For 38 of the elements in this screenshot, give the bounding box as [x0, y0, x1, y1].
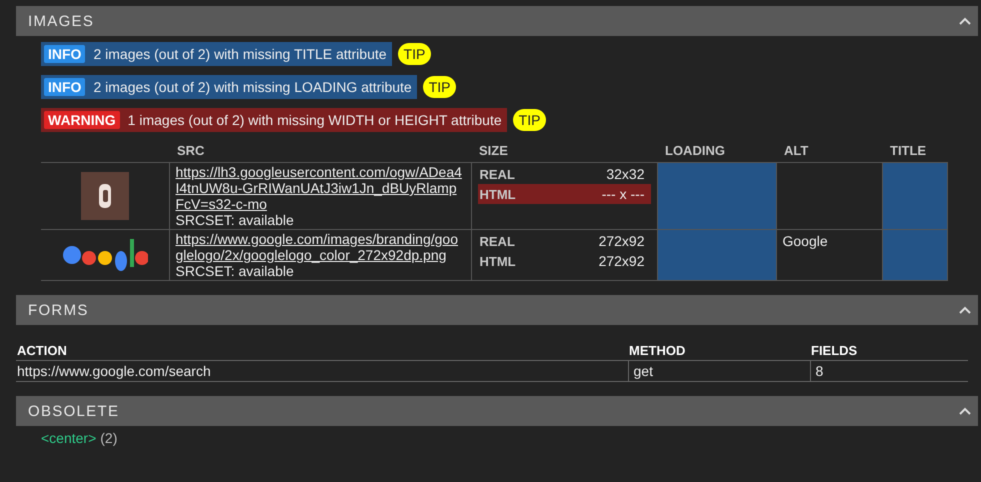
- size-label: HTML: [480, 254, 516, 268]
- column-header: ALT: [776, 141, 882, 162]
- severity-badge: INFO: [44, 45, 86, 63]
- section-header[interactable]: IMAGES: [16, 6, 978, 36]
- tip-button[interactable]: TIP: [398, 43, 432, 65]
- table-cell: https://www.google.com/search: [16, 360, 628, 382]
- column-header: SRC: [169, 141, 471, 162]
- message-text: 2 images (out of 2) with missing LOADING attribute: [93, 79, 412, 95]
- column-header: METHOD: [628, 341, 810, 360]
- size-label: REAL: [480, 166, 515, 182]
- section-header[interactable]: FORMS: [16, 295, 978, 325]
- tip-button[interactable]: TIP: [422, 76, 456, 98]
- image-link[interactable]: https://lh3.googleusercontent.com/ogw/ADea4I4tnUW8u-GrRIWanUAtJ3iw1Jn_dBUyRlampFcV=s32-c-mo: [176, 164, 464, 212]
- tag-name: <center>: [41, 430, 96, 446]
- table-cell: 8: [810, 360, 968, 382]
- count-text: (2): [100, 430, 118, 446]
- tip-button[interactable]: TIP: [512, 109, 546, 131]
- image-link[interactable]: https://www.google.com/images/branding/googlelogo/2x/googlelogo_color_272x92dp.png: [176, 231, 464, 263]
- severity-badge: WARNING: [44, 111, 120, 129]
- size-value: --- x ---: [602, 186, 644, 202]
- section-header[interactable]: OBSOLETE: [16, 396, 978, 426]
- column-header: SIZE: [471, 141, 657, 162]
- message-text: 2 images (out of 2) with missing TITLE attribute: [93, 46, 387, 62]
- srcset-text: SRCSET: available: [176, 263, 295, 279]
- size-value: 272x92: [598, 253, 644, 269]
- column-header: LOADING: [657, 141, 776, 162]
- table-cell: get: [628, 360, 810, 382]
- column-header: ACTION: [16, 341, 628, 360]
- size-value: 272x92: [598, 233, 644, 249]
- size-label: HTML: [480, 186, 516, 202]
- message-text: 1 images (out of 2) with missing WIDTH or HEIGHT attribute: [128, 112, 502, 128]
- size-value: 32x32: [606, 166, 644, 182]
- column-header: TITLE: [882, 141, 948, 162]
- severity-badge: INFO: [44, 78, 86, 96]
- table-cell: Google: [776, 230, 882, 280]
- size-label: REAL: [480, 234, 515, 248]
- srcset-text: SRCSET: available: [176, 212, 295, 228]
- column-header: FIELDS: [810, 341, 968, 360]
